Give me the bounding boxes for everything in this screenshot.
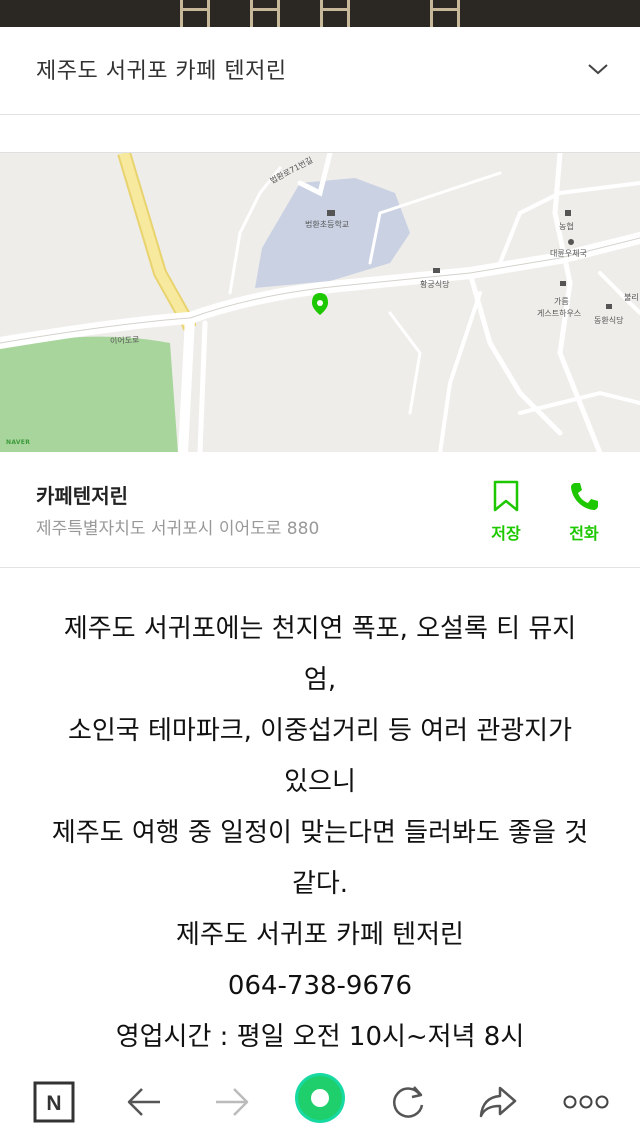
- refresh-icon: [393, 1086, 424, 1118]
- refresh-button[interactable]: [384, 1078, 432, 1126]
- post-title-bar[interactable]: 제주도 서귀포 카페 텐저린: [0, 27, 640, 115]
- body-line: 064-738-9676: [227, 971, 413, 1001]
- green-dot-button[interactable]: [294, 1072, 346, 1124]
- call-button[interactable]: 전화: [554, 480, 614, 544]
- map-label-cut: 불리: [624, 293, 639, 302]
- map-label-guesthouse-a: 가름: [554, 297, 569, 306]
- map-label-restaurant: 황궁식당: [420, 280, 450, 289]
- map-label-restaurant-2: 동환식당: [594, 316, 624, 325]
- forward-arrow-icon: [216, 1088, 249, 1116]
- save-label: 저장: [491, 524, 521, 543]
- naver-home-letter: N: [46, 1092, 61, 1115]
- naver-home-icon: N: [33, 1081, 75, 1123]
- more-icon: [563, 1095, 609, 1109]
- map-label-guesthouse-b: 게스트하우스: [537, 309, 582, 318]
- call-label: 전화: [569, 524, 599, 543]
- body-line: 영업시간 : 평일 오전 10시~저녁 8시: [115, 1022, 525, 1052]
- place-name: 카페텐저린: [36, 484, 128, 508]
- more-button[interactable]: [562, 1078, 610, 1126]
- share-icon: [479, 1086, 517, 1118]
- body-line: 엄,: [303, 665, 337, 695]
- body-line: 있으니: [284, 767, 356, 797]
- naver-map-logo: NAVER: [6, 439, 31, 446]
- back-arrow-icon: [127, 1088, 160, 1116]
- map-view[interactable]: 법환로71번길 법환초등학교 황궁식당 농협 대륜우체국 가름 게스트하우스 동…: [0, 152, 640, 452]
- map-label-post: 대륜우체국: [550, 249, 587, 258]
- back-button[interactable]: [120, 1078, 168, 1126]
- body-line: 같다.: [291, 869, 349, 899]
- map-label-road-left: 이어도로: [109, 335, 140, 346]
- header-photo-strip: [0, 0, 640, 27]
- chevron-down-icon[interactable]: [586, 57, 610, 81]
- spacer: [0, 116, 640, 152]
- map-label-bank: 농협: [559, 222, 574, 231]
- body-line: 소인국 테마파크, 이중섭거리 등 여러 관광지가: [67, 716, 573, 746]
- map-graphic: [0, 153, 640, 452]
- post-body: 제주도 서귀포에는 천지연 폭포, 오설록 티 뮤지 엄, 소인국 테마파크, …: [24, 604, 616, 1063]
- green-dot-icon: [295, 1073, 345, 1123]
- body-line: 제주도 여행 중 일정이 맞는다면 들러봐도 좋을 것: [51, 818, 589, 848]
- bookmark-icon: [493, 480, 519, 512]
- phone-icon: [571, 483, 598, 510]
- naver-home-button[interactable]: N: [30, 1078, 78, 1126]
- place-address: 제주특별자치도 서귀포시 이어도로 880: [36, 519, 320, 539]
- browser-toolbar: N: [0, 1058, 640, 1145]
- body-line: 제주도 서귀포 카페 텐저린: [176, 920, 464, 950]
- save-button[interactable]: 저장: [476, 480, 536, 544]
- post-title: 제주도 서귀포 카페 텐저린: [36, 59, 287, 84]
- map-label-school: 법환초등학교: [305, 220, 350, 229]
- place-card[interactable]: 카페텐저린 제주특별자치도 서귀포시 이어도로 880 저장 전화: [0, 452, 640, 568]
- body-line: 제주도 서귀포에는 천지연 폭포, 오설록 티 뮤지: [63, 614, 577, 644]
- share-button[interactable]: [474, 1078, 522, 1126]
- forward-button[interactable]: [208, 1078, 256, 1126]
